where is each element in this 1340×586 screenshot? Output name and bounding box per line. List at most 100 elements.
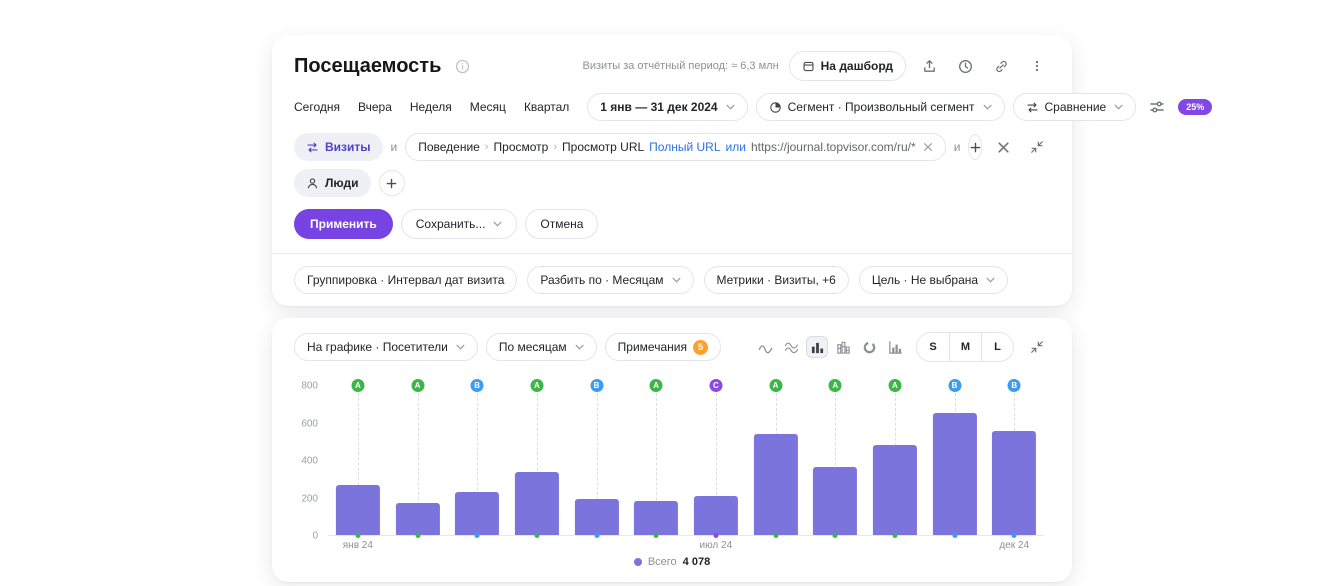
- split-by-pill[interactable]: Разбить по · Месяцам: [527, 266, 694, 294]
- visits-metric-pill[interactable]: Визиты: [294, 133, 383, 161]
- cancel-button[interactable]: Отмена: [525, 209, 599, 239]
- metrics-pill[interactable]: Метрики · Визиты, +6: [703, 266, 849, 294]
- chart-column[interactable]: A: [388, 379, 448, 538]
- granularity-label: По месяцам: [498, 340, 567, 354]
- notes-label: Примечания: [617, 340, 687, 354]
- annotation-marker[interactable]: A: [530, 379, 544, 392]
- y-tick-label: 600: [301, 418, 318, 429]
- tab-quarter[interactable]: Квартал: [524, 100, 569, 114]
- chart-column[interactable]: A: [626, 379, 686, 538]
- chart-type-histogram-icon[interactable]: [884, 336, 906, 358]
- segment-picker[interactable]: Сегмент · Произвольный сегмент: [755, 93, 1005, 121]
- url-value[interactable]: https://journal.topvisor.com/ru/*: [751, 140, 916, 154]
- info-icon[interactable]: [449, 53, 475, 79]
- tab-month[interactable]: Месяц: [470, 100, 506, 114]
- chart-column[interactable]: A: [865, 379, 925, 538]
- annotation-marker[interactable]: B: [470, 379, 484, 392]
- chart-type-stacked-bars-icon[interactable]: [832, 336, 854, 358]
- bar[interactable]: [693, 495, 738, 535]
- chart-column[interactable]: B: [567, 379, 627, 538]
- chevron-down-icon: [575, 344, 584, 350]
- dashboard-button[interactable]: На дашборд: [788, 51, 906, 81]
- bar[interactable]: [514, 471, 559, 535]
- chart-type-area-icon[interactable]: [780, 336, 802, 358]
- condition-path-view[interactable]: Просмотр: [494, 140, 549, 154]
- remove-condition-icon[interactable]: [923, 142, 933, 152]
- chart-column[interactable]: A: [805, 379, 865, 538]
- chart-column[interactable]: A: [746, 379, 806, 538]
- chart-controls-row: На графике · Посетители По месяцам Приме…: [294, 332, 1050, 362]
- match-type-selector[interactable]: Полный URL: [649, 140, 720, 154]
- bar[interactable]: [932, 413, 977, 535]
- chart-column[interactable]: B: [925, 379, 985, 538]
- collapse-icon: [1030, 140, 1044, 154]
- segment-label: Сегмент · Произвольный сегмент: [787, 100, 975, 114]
- history-button[interactable]: [952, 53, 978, 79]
- annotation-marker[interactable]: A: [828, 379, 842, 392]
- compare-picker[interactable]: Сравнение: [1012, 93, 1137, 121]
- add-condition-button[interactable]: [968, 134, 982, 160]
- annotation-marker[interactable]: A: [411, 379, 424, 392]
- y-tick-label: 400: [301, 455, 318, 467]
- bar[interactable]: [335, 484, 380, 535]
- notes-toggle[interactable]: Примечания 5: [604, 333, 721, 361]
- collapse-chart-button[interactable]: [1024, 334, 1050, 360]
- url-condition-pill[interactable]: Поведение › Просмотр › Просмотр URL Полн…: [405, 133, 946, 161]
- bar[interactable]: [992, 430, 1037, 535]
- builder-tools: [990, 134, 1050, 160]
- collapse-builder-button[interactable]: [1024, 134, 1050, 160]
- save-button-label: Сохранить...: [415, 217, 486, 231]
- chart-size-l[interactable]: L: [981, 333, 1013, 361]
- grouping-pill[interactable]: Группировка · Интервал дат визита: [294, 266, 518, 294]
- tab-yesterday[interactable]: Вчера: [358, 100, 392, 114]
- save-button[interactable]: Сохранить...: [400, 209, 518, 239]
- more-menu-button[interactable]: [1024, 53, 1050, 79]
- bar[interactable]: [872, 444, 917, 535]
- date-range-picker[interactable]: 1 янв — 31 дек 2024: [587, 93, 748, 121]
- export-button[interactable]: [916, 53, 942, 79]
- apply-button[interactable]: Применить: [294, 209, 393, 239]
- bar[interactable]: [753, 433, 798, 535]
- condition-path-view-url[interactable]: Просмотр URL: [562, 140, 644, 154]
- clear-builder-button[interactable]: [990, 134, 1016, 160]
- annotation-marker[interactable]: A: [649, 379, 663, 392]
- chart-column[interactable]: Bдек 24: [984, 379, 1044, 551]
- annotation-marker[interactable]: C: [709, 379, 723, 392]
- chart-type-bars-icon[interactable]: [806, 336, 828, 358]
- bar[interactable]: [395, 503, 440, 535]
- chart-metric-picker[interactable]: На графике · Посетители: [294, 333, 478, 361]
- bar[interactable]: [813, 467, 858, 535]
- operator-selector[interactable]: или: [726, 140, 746, 154]
- bar[interactable]: [455, 492, 500, 535]
- annotation-dot: [534, 533, 540, 538]
- annotation-marker[interactable]: B: [590, 379, 604, 392]
- annotation-marker[interactable]: A: [888, 379, 902, 392]
- annotation-marker[interactable]: A: [769, 379, 783, 392]
- collapse-icon: [1030, 340, 1044, 354]
- chart-column[interactable]: Aянв 24: [328, 379, 388, 551]
- chart-type-line-icon[interactable]: [754, 336, 776, 358]
- sampling-badge[interactable]: 25%: [1178, 99, 1213, 115]
- bar[interactable]: [634, 500, 679, 535]
- chart-type-donut-icon[interactable]: [858, 336, 880, 358]
- chart-size-s[interactable]: S: [917, 333, 949, 361]
- share-link-button[interactable]: [988, 53, 1014, 79]
- chart-legend[interactable]: Всего 4 078: [294, 556, 1050, 568]
- bar[interactable]: [574, 498, 619, 535]
- goal-pill[interactable]: Цель · Не выбрана: [858, 266, 1009, 294]
- add-people-condition-button[interactable]: [378, 170, 405, 196]
- annotation-dot: [474, 533, 480, 538]
- chart-size-m[interactable]: M: [949, 333, 981, 361]
- annotation-marker[interactable]: B: [1007, 379, 1021, 392]
- chart-column[interactable]: A: [507, 379, 567, 538]
- tab-week[interactable]: Неделя: [410, 100, 452, 114]
- annotation-marker[interactable]: A: [351, 379, 365, 392]
- chart-column[interactable]: B: [447, 379, 507, 538]
- annotation-marker[interactable]: B: [948, 379, 962, 392]
- condition-path-behavior[interactable]: Поведение: [418, 140, 480, 154]
- people-pill[interactable]: Люди: [294, 169, 371, 197]
- chart-column[interactable]: Cиюл 24: [686, 379, 746, 551]
- tab-today[interactable]: Сегодня: [294, 100, 340, 114]
- granularity-picker[interactable]: По месяцам: [485, 333, 597, 361]
- sliders-icon[interactable]: [1144, 94, 1170, 120]
